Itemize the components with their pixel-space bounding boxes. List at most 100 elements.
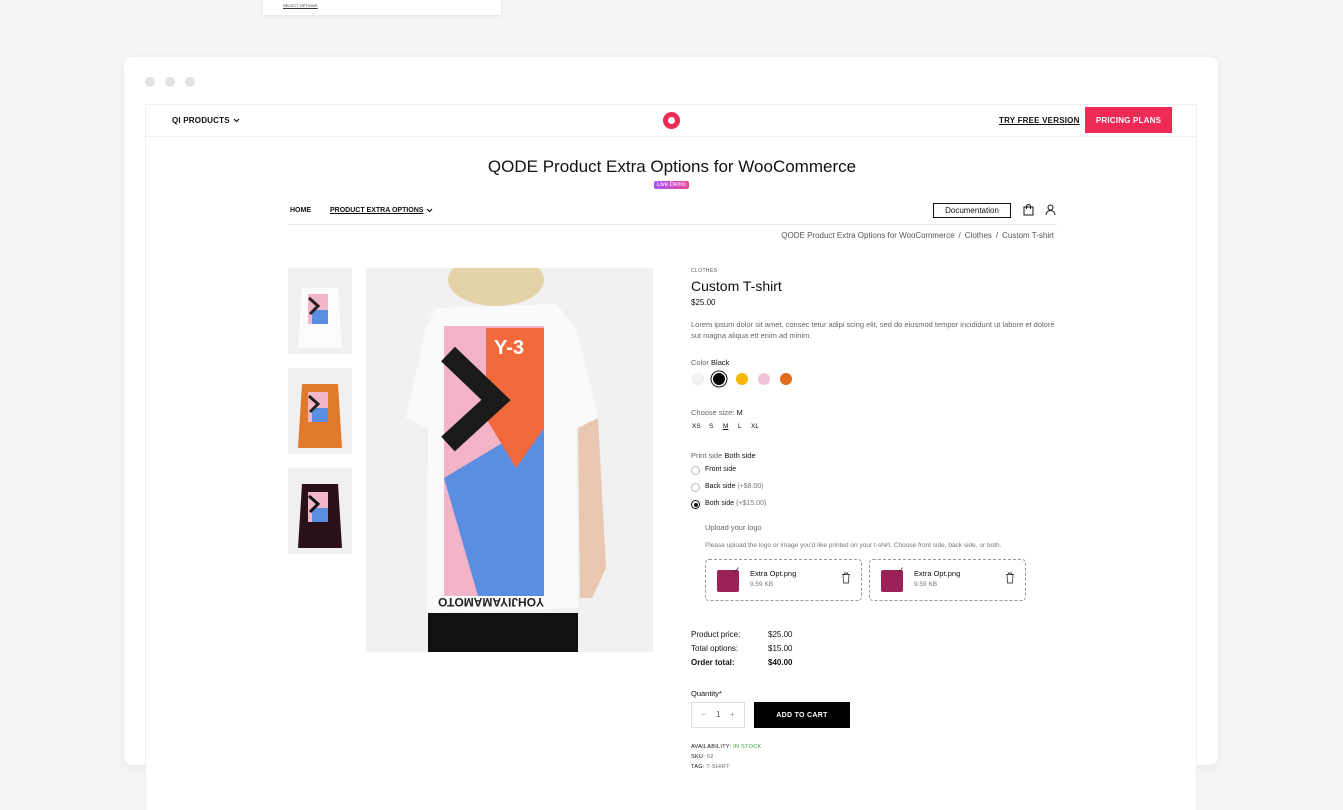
size-option-xl[interactable]: XL [751,423,759,430]
quantity-stepper: − 1 + [691,702,745,728]
product-price-value: $25.00 [768,630,793,639]
order-total-label: Order total: [691,658,735,667]
file-name: Extra Opt.png [750,569,797,578]
breadcrumb-separator: / [995,231,999,240]
size-option-m[interactable]: M [723,423,728,430]
cart-icon[interactable] [1023,204,1034,216]
upload-description: Please upload the logo or image you'd li… [705,542,1002,549]
product-price: $25.00 [691,298,716,307]
sku: SKU: 02 [691,754,714,760]
live-demo-badge: Live Demo [654,181,689,189]
print-side-selected: Both side [724,451,756,460]
select-options-link[interactable]: SELECT OPTIONS [283,3,318,8]
radio-front-side[interactable] [691,466,700,475]
tag-label: TAG: [691,764,705,770]
product-title: Custom T-shirt [691,278,782,294]
breadcrumb-separator: / [958,231,961,240]
size-option-s[interactable]: S [709,423,713,430]
print-side-label: Print side Both side [691,451,756,460]
add-to-cart-button[interactable]: ADD TO CART [754,702,850,728]
breadcrumb-item[interactable]: QODE Product Extra Options for WooCommer… [781,231,954,240]
shirt-print-text: YOHJIYAMAMOTO [438,595,544,609]
option-both-side: Both side (+$15.00) [705,500,766,507]
page-title: QODE Product Extra Options for WooCommer… [487,157,857,176]
thumbnail-white-shirt[interactable] [288,268,352,354]
option-label: Front side [705,466,737,473]
image-file-icon [881,565,905,592]
color-selected: Black [711,358,730,367]
top-header: QI PRODUCTS TRY FREE VERSION PRICING PLA… [146,105,1196,137]
breadcrumb-item: Custom T-shirt [1002,231,1054,240]
qi-products-label: QI PRODUCTS [172,116,230,125]
uploaded-file: Extra Opt.png 9.59 KB [705,559,862,601]
tag: TAG: T-SHIRT [691,764,730,770]
nav-home[interactable]: HOME [290,207,311,214]
availability-label: AVAILABILITY: [691,744,732,750]
color-swatch-yellow[interactable] [736,373,748,385]
size-label-text: Choose size: [691,408,735,417]
qi-products-menu[interactable]: QI PRODUCTS [172,116,240,125]
color-swatch-orange[interactable] [780,373,792,385]
image-file-icon [717,565,741,592]
trash-icon[interactable] [1005,572,1015,584]
breadcrumb: QODE Product Extra Options for WooCommer… [606,231,1056,240]
upload-title: Upload your logo [705,523,762,532]
thumbnail-orange-shirt[interactable] [288,368,352,454]
sku-label: SKU: [691,754,706,760]
main-product-image[interactable]: Y-3 YOHJIYAMAMOTO [366,268,653,652]
option-extra-price: (+$15.00) [736,500,767,507]
page: QI PRODUCTS TRY FREE VERSION PRICING PLA… [145,104,1197,810]
availability-value: IN STOCK [733,744,762,750]
quantity-plus-button[interactable]: + [730,710,735,719]
chevron-down-icon [427,208,433,213]
user-icon[interactable] [1045,204,1056,216]
window-dot [145,77,155,87]
window-dot [165,77,175,87]
size-option-xs[interactable]: XS [692,423,701,430]
top-product-card: SELECT OPTIONS [263,0,501,15]
file-size: 9.59 KB [750,581,774,588]
breadcrumb-item[interactable]: Clothes [965,231,992,240]
documentation-button[interactable]: Documentation [933,203,1011,218]
try-free-link[interactable]: TRY FREE VERSION [999,116,1080,125]
tag-value[interactable]: T-SHIRT [706,764,729,770]
uploaded-file: Extra Opt.png 9.59 KB [869,559,1026,601]
radio-back-side[interactable] [691,483,700,492]
thumbnail-black-shirt[interactable] [288,468,352,554]
shop-nav: HOME PRODUCT EXTRA OPTIONS Documentation [288,201,1057,225]
trash-icon[interactable] [841,572,851,584]
product-category[interactable]: CLOTHES [691,268,717,274]
qode-logo[interactable] [663,112,680,129]
option-front-side: Front side [705,466,736,473]
pricing-plans-button[interactable]: PRICING PLANS [1085,107,1172,133]
product-description: Lorem ipsum dolor sit amet, consec tetur… [691,320,1055,340]
total-options-label: Total options: [691,644,739,653]
print-side-label-text: Print side [691,451,723,460]
window-dot [185,77,195,87]
option-label: Both side [705,500,735,507]
total-options-value: $15.00 [768,644,793,653]
sku-value: 02 [706,754,714,760]
file-size: 9.59 KB [914,581,938,588]
quantity-label: Quantity* [691,689,722,698]
color-swatch-black[interactable] [713,373,725,385]
option-back-side: Back side (+$8.00) [705,483,764,490]
product-price-label: Product price: [691,630,741,639]
color-label: Color Black [691,358,729,367]
size-option-l[interactable]: L [738,423,742,430]
color-swatch-pink[interactable] [758,373,770,385]
chevron-down-icon [233,118,240,123]
shirt-brand-text: Y-3 [494,337,524,359]
file-name: Extra Opt.png [914,569,961,578]
size-label: Choose size: M [691,408,743,417]
option-extra-price: (+$8.00) [737,483,764,490]
quantity-minus-button[interactable]: − [701,710,706,719]
quantity-input[interactable]: 1 [716,710,720,719]
nav-product-extra-options-label: PRODUCT EXTRA OPTIONS [330,207,424,214]
nav-product-extra-options[interactable]: PRODUCT EXTRA OPTIONS [330,207,433,214]
radio-both-side[interactable] [691,500,700,509]
availability: AVAILABILITY: IN STOCK [691,744,762,750]
color-swatch-white[interactable] [692,373,704,385]
size-selected: M [736,408,743,417]
order-total-value: $40.00 [768,658,793,667]
